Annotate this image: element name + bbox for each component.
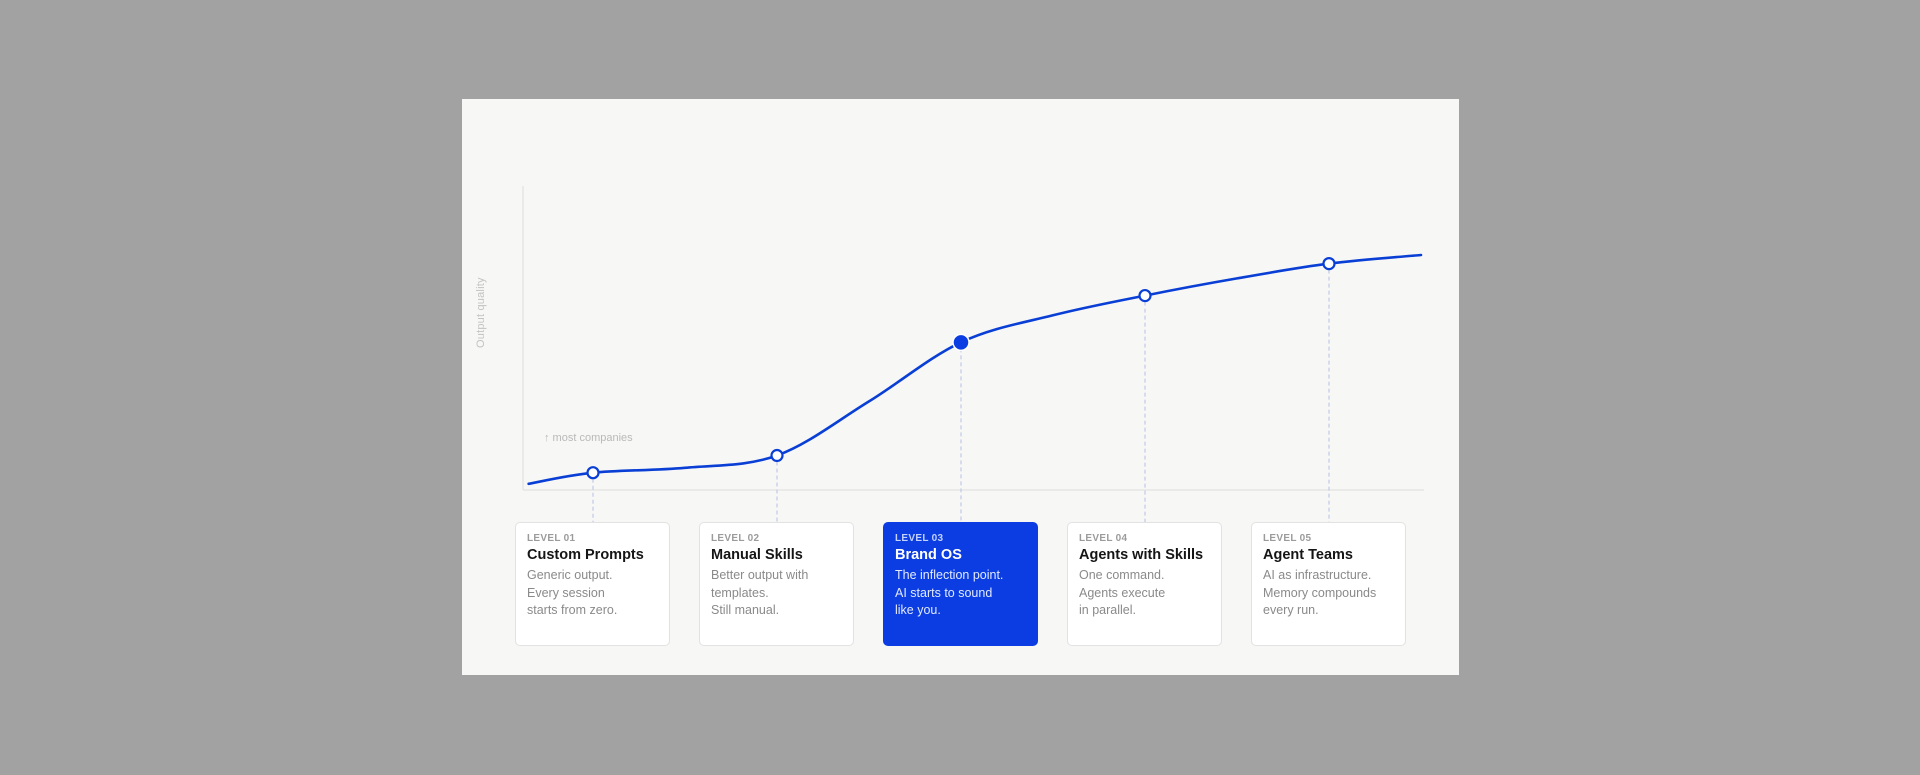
level-card-01[interactable]: LEVEL 01 Custom Prompts Generic output. … bbox=[515, 522, 670, 646]
level-description-line: Every session bbox=[527, 585, 605, 600]
level-card-05[interactable]: LEVEL 05 Agent Teams AI as infrastructur… bbox=[1251, 522, 1406, 646]
level-description: AI as infrastructure. Memory compounds e… bbox=[1263, 567, 1394, 620]
series-line bbox=[527, 253, 1423, 486]
level-description-line: AI starts to sound bbox=[895, 585, 993, 600]
level-title: Manual Skills bbox=[711, 547, 803, 563]
level-card-02[interactable]: LEVEL 02 Manual Skills Better output wit… bbox=[699, 522, 854, 646]
level-description: Generic output. Every session starts fro… bbox=[527, 567, 658, 620]
level-description-line: like you. bbox=[895, 603, 941, 617]
level-number: LEVEL 04 bbox=[1079, 533, 1128, 544]
most-companies-annotation: ↑ most companies bbox=[544, 432, 633, 444]
level-card-03[interactable]: LEVEL 03 Brand OS The inflection point. … bbox=[883, 522, 1038, 646]
level-description-line: AI as infrastructure. bbox=[1263, 568, 1372, 582]
data-point bbox=[1138, 288, 1152, 303]
level-description-line: One command. bbox=[1079, 568, 1165, 582]
level-title: Agent Teams bbox=[1263, 547, 1353, 563]
data-point bbox=[770, 448, 784, 463]
data-point bbox=[586, 466, 600, 480]
data-point bbox=[1322, 257, 1336, 271]
data-point-highlight bbox=[952, 333, 970, 352]
level-number: LEVEL 03 bbox=[895, 533, 944, 544]
level-description-line: every run. bbox=[1263, 603, 1319, 617]
level-description-line: Generic output. bbox=[527, 568, 613, 582]
level-description-line: Memory compounds bbox=[1263, 585, 1377, 600]
chart-slide: Output quality ↑ most companies LEVEL 01… bbox=[462, 99, 1459, 675]
level-number: LEVEL 02 bbox=[711, 533, 760, 544]
level-number: LEVEL 01 bbox=[527, 533, 576, 544]
level-number: LEVEL 05 bbox=[1263, 533, 1312, 544]
level-description-line: Still manual. bbox=[711, 603, 780, 617]
level-title: Custom Prompts bbox=[527, 547, 644, 563]
level-description: Better output with templates. Still manu… bbox=[711, 567, 842, 620]
level-card-04[interactable]: LEVEL 04 Agents with Skills One command.… bbox=[1067, 522, 1222, 646]
y-axis-label: Output quality bbox=[475, 277, 487, 348]
level-title: Agents with Skills bbox=[1079, 547, 1204, 563]
level-description-line: Agents execute bbox=[1079, 585, 1166, 600]
level-description: One command. Agents execute in parallel. bbox=[1079, 567, 1210, 620]
level-title: Brand OS bbox=[895, 547, 962, 563]
level-description-line: starts from zero. bbox=[527, 603, 618, 617]
level-description-line: in parallel. bbox=[1079, 603, 1136, 617]
level-description: The inflection point. AI starts to sound… bbox=[895, 567, 1026, 620]
level-description-line: The inflection point. bbox=[895, 568, 1004, 582]
level-description-line: Better output with bbox=[711, 568, 809, 582]
level-description-line: templates. bbox=[711, 585, 769, 600]
